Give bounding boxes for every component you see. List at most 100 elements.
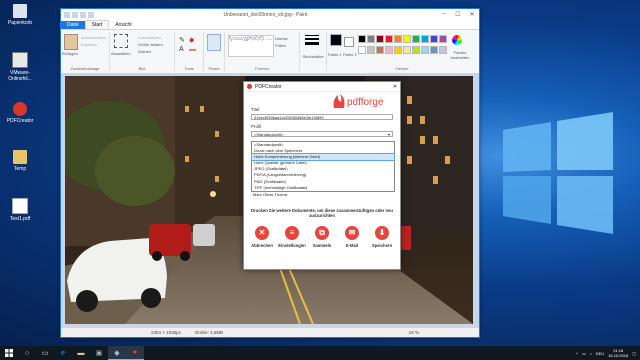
copy-button[interactable]: Kopieren — [81, 42, 97, 47]
save-button[interactable]: ⬇ Speichern — [368, 226, 396, 248]
title-input[interactable]: 01eecf0456aa1cb20080d56e1fe1f4899 — [251, 114, 393, 120]
email-icon: ✉ — [345, 226, 359, 240]
color2-swatch[interactable] — [344, 37, 354, 47]
taskbar-edge[interactable]: e — [54, 346, 72, 360]
volume-icon[interactable]: ♪ — [590, 351, 592, 356]
color-palette[interactable] — [357, 35, 447, 57]
desktop-icon-test1-pdf[interactable]: Test1.pdf — [2, 198, 38, 222]
taskbar-explorer[interactable]: ▬ — [72, 346, 90, 360]
desktop-icon-temp[interactable]: Temp — [2, 150, 38, 172]
tab-view[interactable]: Ansicht — [109, 21, 137, 29]
color-swatch[interactable] — [367, 46, 375, 54]
ribbon-group-brushes: Pinsel — [204, 32, 225, 71]
resize-button[interactable]: Größe ändern — [138, 42, 163, 47]
notifications-icon[interactable]: ▢ — [632, 351, 636, 356]
color1-button[interactable]: Farbe 1 — [328, 52, 342, 57]
maximize-button[interactable]: ☐ — [451, 11, 465, 18]
file-size: Größe: 4,6MB — [194, 330, 224, 335]
cut-button[interactable]: Ausschneiden — [81, 35, 106, 40]
color-swatch[interactable] — [430, 46, 438, 54]
dialog-close-button[interactable]: ✕ — [390, 84, 400, 90]
close-button[interactable]: ✕ — [465, 11, 479, 18]
merge-button[interactable]: ⧉ Sammeln — [308, 226, 336, 248]
color-swatch[interactable] — [421, 35, 429, 43]
pencil-icon[interactable]: ✎ — [179, 36, 185, 44]
search-button[interactable]: ○ — [18, 346, 36, 360]
task-view-button[interactable]: ▭ — [36, 346, 54, 360]
color1-swatch[interactable] — [330, 34, 342, 46]
action-buttons: ✕ Abbrechen ≡ Einstellungen ⧉ Sammeln ✉ … — [248, 226, 396, 248]
size-button[interactable]: Strichstärke — [300, 54, 326, 59]
color-swatch[interactable] — [412, 46, 420, 54]
crop-button[interactable]: Zuschneiden — [138, 35, 161, 40]
color-swatch[interactable] — [358, 35, 366, 43]
desktop-icon-recycle-bin[interactable]: Papierkorb — [2, 4, 38, 26]
taskbar-store[interactable]: ▣ — [90, 346, 108, 360]
color-swatch[interactable] — [394, 35, 402, 43]
taskbar-pdfcreator[interactable]: ● — [126, 346, 144, 360]
tab-start[interactable]: Start — [84, 20, 110, 29]
taskbar-paint[interactable]: ◆ — [108, 346, 126, 360]
ribbon-group-clipboard: Einfügen Ausschneiden Kopieren Zwischena… — [61, 32, 110, 71]
color-swatch[interactable] — [412, 35, 420, 43]
email-button[interactable]: ✉ E-Mail — [338, 226, 366, 248]
desktop-icon-pdfcreator[interactable]: PDFCreator — [2, 102, 38, 124]
undo-icon[interactable] — [80, 11, 86, 18]
color-swatch[interactable] — [385, 35, 393, 43]
tab-file[interactable]: Datei — [61, 21, 85, 29]
color2-button[interactable]: Farbe 2 — [343, 52, 357, 57]
minimize-button[interactable]: – — [437, 11, 451, 18]
shape-outline-dropdown[interactable]: Umriss — [275, 36, 287, 41]
svg-text:pdfforge: pdfforge — [347, 97, 384, 108]
language-indicator[interactable]: DEU — [596, 351, 604, 356]
profile-select[interactable]: <Standardprofil> ▾ — [251, 131, 393, 137]
paste-icon — [64, 34, 78, 50]
ribbon-group-shapes: ╲○▭▱△◸◇⬠⬡→←↑↓✦✧☆▭◯♡⚡ Umriss Füllen Forme… — [225, 32, 300, 71]
paint-titlebar: Unbenannt_dsc00nnnn_ed.jpg - Paint – ☐ ✕ — [61, 9, 479, 20]
color-swatch[interactable] — [385, 46, 393, 54]
profile-option[interactable]: TIFF (mehrseitige Grafikdatei) — [252, 185, 394, 191]
clock-date: 16.10.2016 — [608, 353, 629, 358]
merge-icon: ⧉ — [315, 226, 329, 240]
chevron-up-icon[interactable]: ^ — [576, 351, 578, 356]
cancel-button[interactable]: ✕ Abbrechen — [248, 226, 276, 248]
folder-icon: ▬ — [77, 349, 85, 357]
paste-button[interactable]: Einfügen — [62, 51, 78, 56]
edit-colors-button[interactable]: Farben bearbeiten — [445, 50, 475, 60]
recycle-bin-icon — [13, 4, 27, 18]
color-swatch[interactable] — [403, 46, 411, 54]
pdfforge-logo: pdfforge — [333, 94, 384, 108]
settings-button[interactable]: ≡ Einstellungen — [278, 226, 306, 248]
ribbon-group-tools: ✎ ◆ A ▬ Tools — [175, 32, 204, 71]
author-field[interactable]: Marc Oliver Thoma — [251, 192, 393, 198]
start-button[interactable] — [0, 346, 18, 360]
color-swatch[interactable] — [403, 35, 411, 43]
desktop-icon-vmware[interactable]: VMware-Onlinehil... — [2, 52, 38, 82]
edge-icon: e — [61, 349, 65, 357]
ribbon-tabs: Datei Start Ansicht — [61, 20, 479, 29]
brush-icon[interactable] — [207, 34, 221, 51]
color-swatch[interactable] — [421, 46, 429, 54]
text-icon[interactable]: A — [179, 46, 184, 53]
shape-fill-dropdown[interactable]: Füllen — [275, 43, 286, 48]
color-swatch[interactable] — [439, 35, 447, 43]
paint-app-icon — [64, 11, 70, 18]
eraser-icon[interactable]: ▬ — [189, 46, 196, 53]
shapes-gallery[interactable]: ╲○▭▱△◸◇⬠⬡→←↑↓✦✧☆▭◯♡⚡ — [228, 35, 274, 57]
store-icon: ▣ — [95, 350, 103, 357]
edit-colors-icon — [452, 35, 462, 45]
color-swatch[interactable] — [376, 46, 384, 54]
color-swatch[interactable] — [367, 35, 375, 43]
clock[interactable]: 21:18 16.10.2016 — [608, 348, 628, 358]
quick-save-icon[interactable] — [72, 11, 78, 18]
network-icon[interactable]: ▭ — [582, 351, 586, 356]
fill-icon[interactable]: ◆ — [189, 36, 194, 44]
color-swatch[interactable] — [376, 35, 384, 43]
rotate-button[interactable]: Drehen — [138, 49, 151, 54]
select-button[interactable]: Auswählen — [111, 51, 131, 56]
color-swatch[interactable] — [430, 35, 438, 43]
color-swatch[interactable] — [394, 46, 402, 54]
color-swatch[interactable] — [358, 46, 366, 54]
paint-window-title: Unbenannt_dsc00nnnn_ed.jpg - Paint — [223, 11, 308, 18]
select-icon — [114, 34, 128, 48]
